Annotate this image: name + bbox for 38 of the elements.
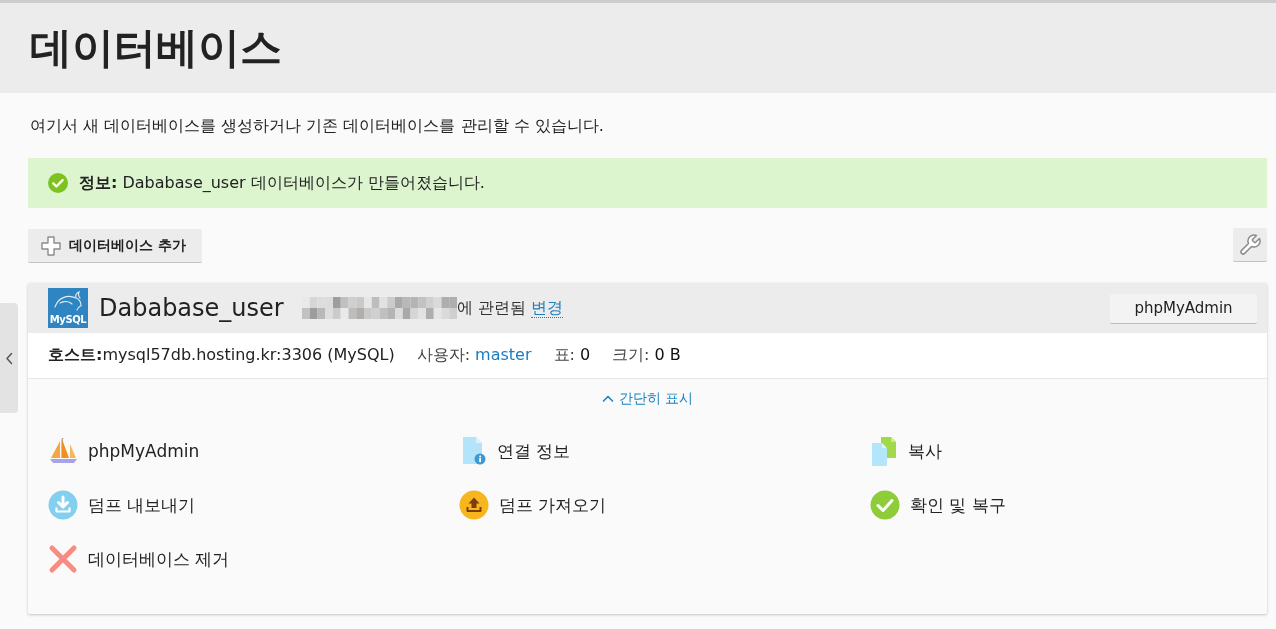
phpmyadmin-button[interactable]: phpMyAdmin xyxy=(1110,293,1257,324)
action-link[interactable]: 연결 정보 xyxy=(459,436,571,466)
logo-text: MySQL xyxy=(49,314,87,326)
upload-icon xyxy=(459,490,489,520)
detail-label: 표: xyxy=(553,345,575,366)
page-description: 여기서 새 데이터베이스를 생성하거나 기존 데이터베이스를 관리할 수 있습니다. xyxy=(30,115,605,137)
action-link[interactable]: 데이터베이스 제거 xyxy=(48,544,230,574)
action-link[interactable]: 복사 xyxy=(870,436,942,466)
action-link[interactable]: 덤프 가져오기 xyxy=(459,490,607,520)
chevron-left-icon xyxy=(5,351,13,365)
action-link[interactable]: 확인 및 복구 xyxy=(870,490,1006,520)
copy-icon xyxy=(870,436,898,466)
change-link[interactable]: 변경 xyxy=(530,298,563,318)
check-circle-icon xyxy=(48,173,68,193)
detail-value: 0 xyxy=(579,345,591,364)
tools-button[interactable] xyxy=(1233,228,1267,262)
sailboat-icon xyxy=(48,436,78,466)
sidebar-toggle-button[interactable] xyxy=(0,303,18,413)
action-link[interactable]: 덤프 내보내기 xyxy=(48,490,196,520)
detail-label: 호스트: xyxy=(48,345,103,366)
download-icon xyxy=(48,490,78,520)
add-database-button[interactable]: 데이터베이스 추가 xyxy=(28,229,202,263)
detail-value: mysql57db.hosting.kr:3306 (MySQL) xyxy=(102,345,395,364)
detail-value: 0 B xyxy=(654,345,681,364)
detail-label: 사용자: xyxy=(416,345,471,366)
check-circle-icon xyxy=(870,490,900,520)
plus-icon xyxy=(41,235,61,256)
wrench-icon xyxy=(1239,233,1261,256)
message-text: 정보: Dababase_user 데이터베이스가 만들어졌습니다. xyxy=(79,173,485,193)
database-name: Dababase_user xyxy=(99,293,284,323)
chevron-up-icon xyxy=(601,393,614,403)
page-title: 데이터베이스 xyxy=(30,22,282,74)
collapse-link[interactable]: 간단히 표시 xyxy=(601,388,694,408)
related-text: 에 관련됨 xyxy=(456,297,526,319)
cross-icon xyxy=(48,544,78,574)
detail-link[interactable]: master xyxy=(475,345,532,364)
action-link[interactable]: phpMyAdmin xyxy=(48,436,200,466)
detail-label: 크기: xyxy=(612,345,650,366)
